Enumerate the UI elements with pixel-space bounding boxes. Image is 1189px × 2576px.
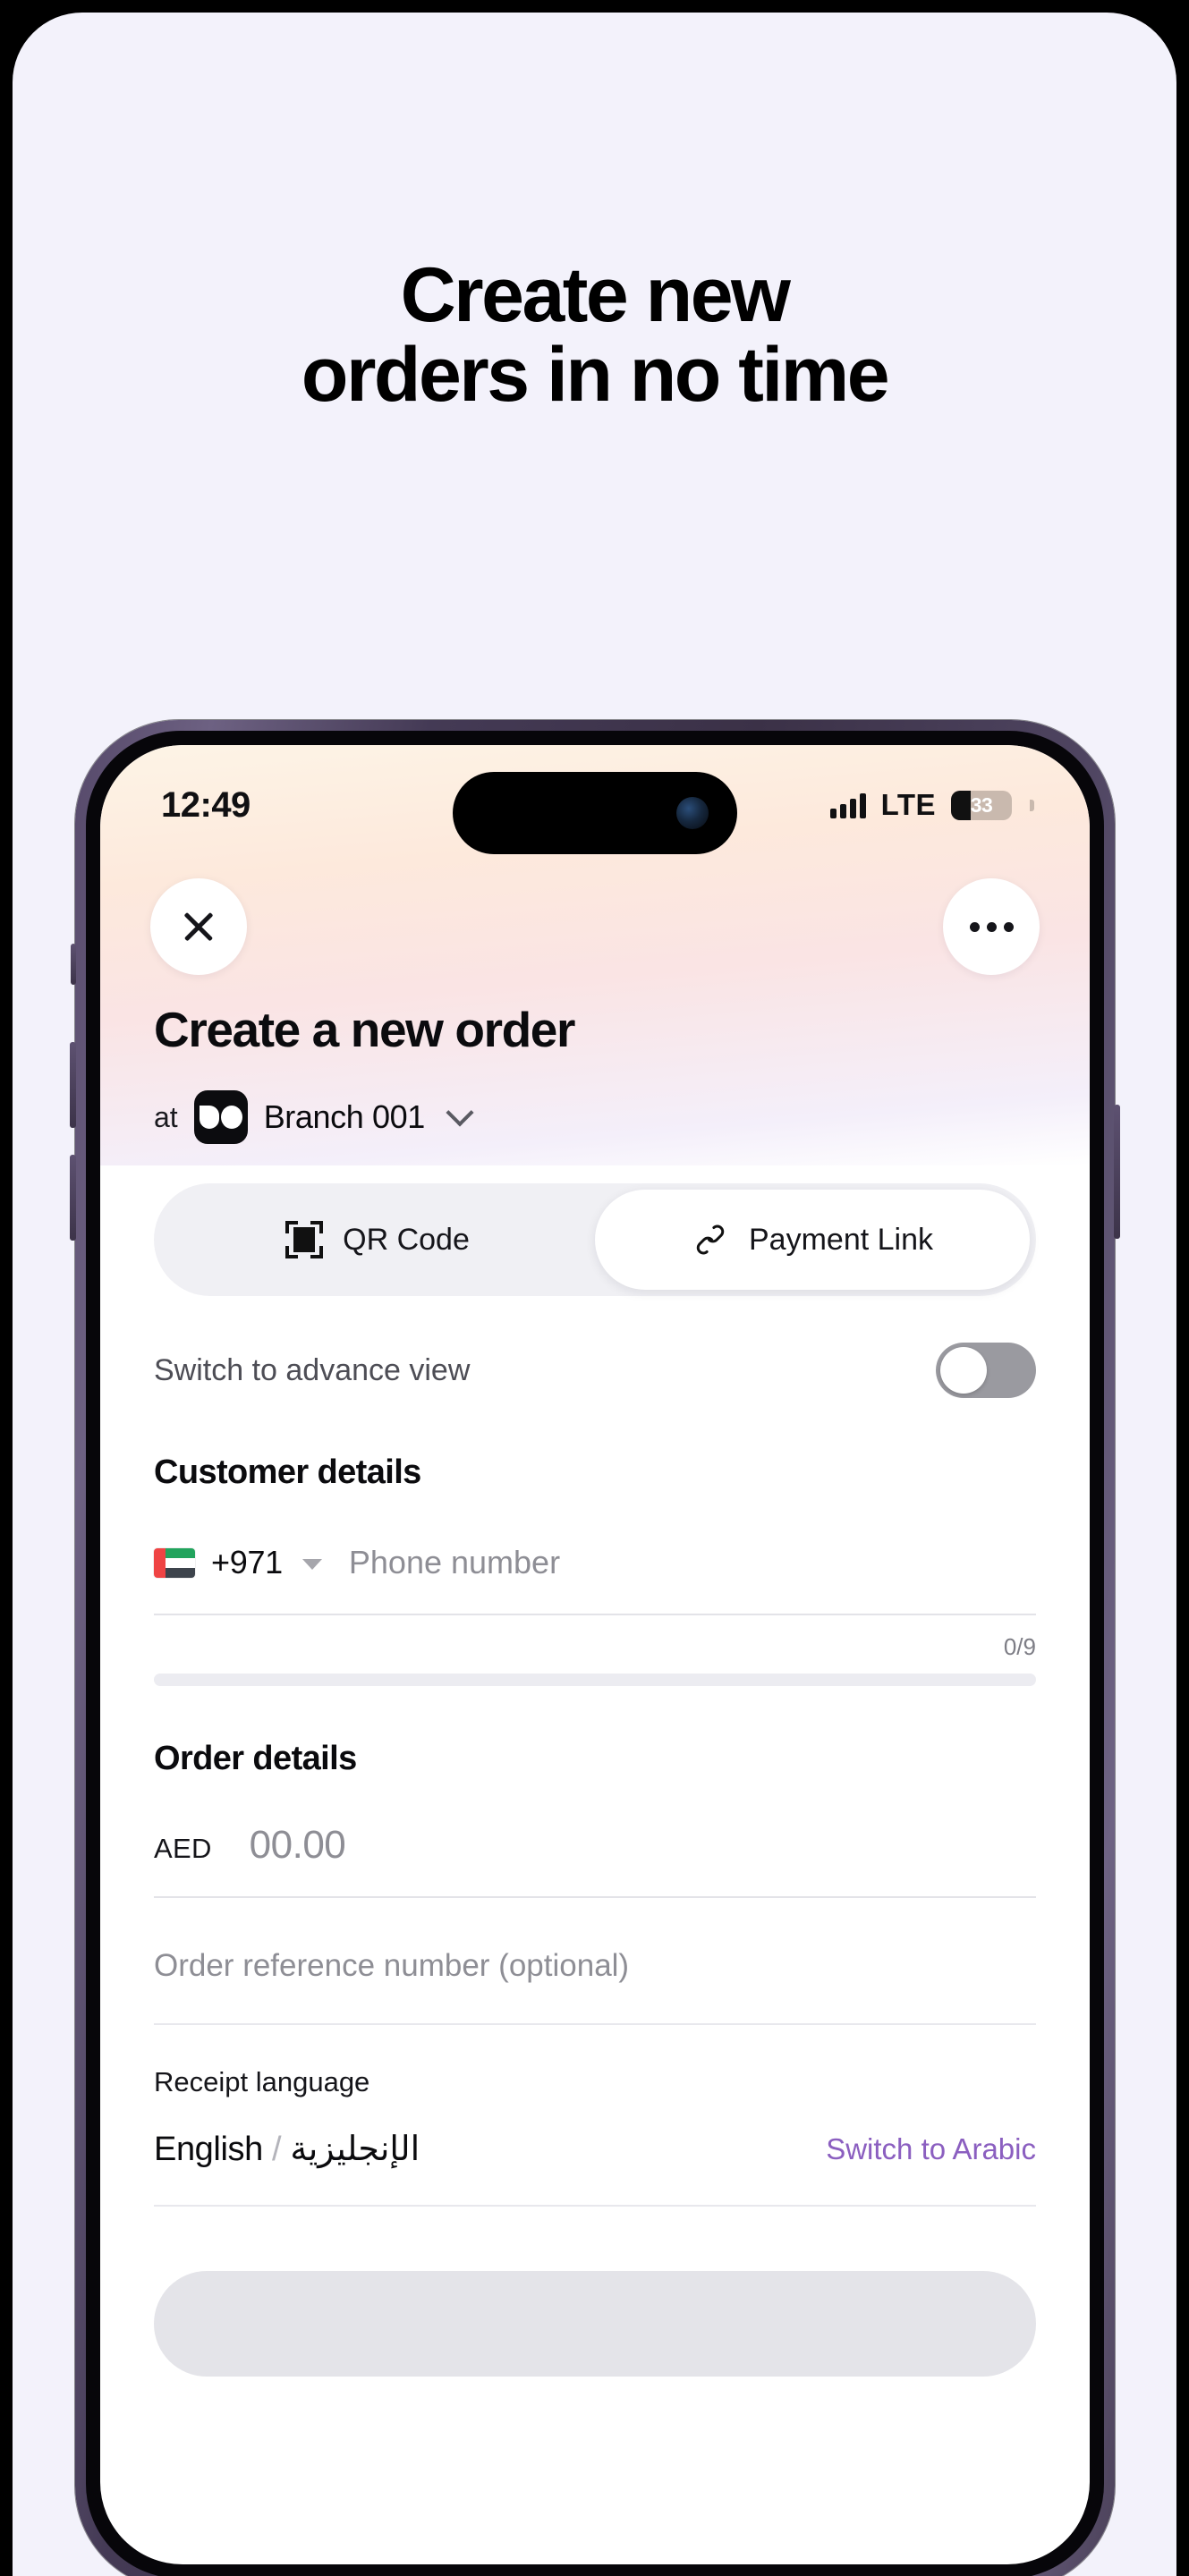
- order-details-heading: Order details: [154, 1740, 357, 1777]
- branch-name-label: Branch 001: [263, 1098, 426, 1135]
- phone-number-field[interactable]: +971 Phone number: [154, 1544, 1036, 1581]
- primary-action-button[interactable]: [154, 2271, 1036, 2377]
- front-camera-icon: [676, 797, 709, 829]
- screenshot-stage: Create new orders in no time 12:49 LTE 3…: [0, 0, 1189, 2576]
- country-code-label: +971: [211, 1544, 283, 1580]
- phone-field-underline: [154, 1614, 1036, 1615]
- toggle-knob: [940, 1347, 987, 1394]
- brand-logo-icon: [193, 1090, 248, 1144]
- receipt-language-row: English / الإنجليزية Switch to Arabic: [154, 2129, 1036, 2169]
- amount-field-underline: [154, 1896, 1036, 1898]
- advance-view-label: Switch to advance view: [154, 1352, 471, 1387]
- amount-field[interactable]: AED 00.00: [154, 1823, 1036, 1868]
- battery-percent: 33: [970, 792, 993, 817]
- uae-flag-icon: [154, 1547, 195, 1578]
- ellipsis-icon: [969, 921, 1014, 932]
- caret-down-icon[interactable]: [301, 1559, 322, 1570]
- currency-label: AED: [154, 1833, 212, 1864]
- switch-to-arabic-link[interactable]: Switch to Arabic: [826, 2132, 1036, 2166]
- language-row-underline: [154, 2205, 1036, 2207]
- branch-selector[interactable]: at Branch 001: [154, 1090, 1036, 1144]
- chevron-down-icon: [446, 1098, 474, 1127]
- promo-headline: Create new orders in no time: [13, 252, 1176, 419]
- volume-up-button[interactable]: [70, 1042, 76, 1128]
- headline-line-1: Create new: [400, 252, 791, 338]
- close-button[interactable]: [150, 878, 247, 975]
- phone-screen: 12:49 LTE 33 Create a new order at Branc…: [100, 745, 1090, 2564]
- promo-card: Create new orders in no time 12:49 LTE 3…: [13, 13, 1176, 2576]
- receipt-language-arabic: الإنجليزية: [290, 2131, 420, 2168]
- app-header: [100, 869, 1090, 985]
- volume-down-button[interactable]: [70, 1155, 76, 1241]
- more-options-button[interactable]: [943, 878, 1040, 975]
- tab-qr-code[interactable]: QR Code: [160, 1190, 595, 1290]
- silent-switch[interactable]: [71, 944, 76, 985]
- advance-view-toggle[interactable]: [936, 1343, 1036, 1398]
- close-icon: [181, 909, 217, 945]
- customer-details-heading: Customer details: [154, 1453, 421, 1491]
- qr-code-icon: [285, 1221, 324, 1258]
- amount-input[interactable]: 00.00: [250, 1823, 346, 1868]
- battery-icon: 33: [951, 790, 1012, 820]
- receipt-language-label: Receipt language: [154, 2066, 370, 2097]
- phone-char-counter: 0/9: [1003, 1633, 1036, 1660]
- headline-line-2: orders in no time: [301, 332, 890, 419]
- order-reference-input[interactable]: Order reference number (optional): [154, 1948, 629, 1983]
- advance-view-row: Switch to advance view: [154, 1343, 1036, 1398]
- order-type-segmented-control: QR Code Payment Link: [154, 1183, 1036, 1296]
- receipt-language-english: English: [154, 2131, 263, 2168]
- signal-bars-icon: [829, 792, 866, 818]
- receipt-language-value: English / الإنجليزية: [154, 2129, 420, 2169]
- tab-qr-code-label: QR Code: [343, 1222, 470, 1257]
- phone-number-input[interactable]: Phone number: [349, 1544, 560, 1581]
- reference-field-underline: [154, 2023, 1036, 2025]
- branch-prefix-label: at: [154, 1100, 178, 1133]
- status-time: 12:49: [161, 784, 251, 825]
- order-reference-field[interactable]: Order reference number (optional): [154, 1948, 1036, 1984]
- power-button[interactable]: [1114, 1105, 1120, 1239]
- page-title: Create a new order: [154, 1002, 575, 1057]
- battery-cap-icon: [1030, 799, 1034, 811]
- phone-mockup: 12:49 LTE 33 Create a new order at Branc…: [70, 720, 1120, 2576]
- app-content: Create a new order at Branch 001 QR Code…: [100, 985, 1090, 2377]
- receipt-language-separator: /: [272, 2131, 282, 2168]
- tab-payment-link[interactable]: Payment Link: [595, 1190, 1030, 1290]
- link-icon: [696, 1224, 725, 1255]
- dynamic-island: [453, 772, 737, 854]
- tab-payment-link-label: Payment Link: [749, 1222, 933, 1257]
- status-indicators: LTE 33: [829, 788, 1034, 822]
- network-type-label: LTE: [880, 788, 936, 821]
- phone-progress-bar: [154, 1674, 1036, 1686]
